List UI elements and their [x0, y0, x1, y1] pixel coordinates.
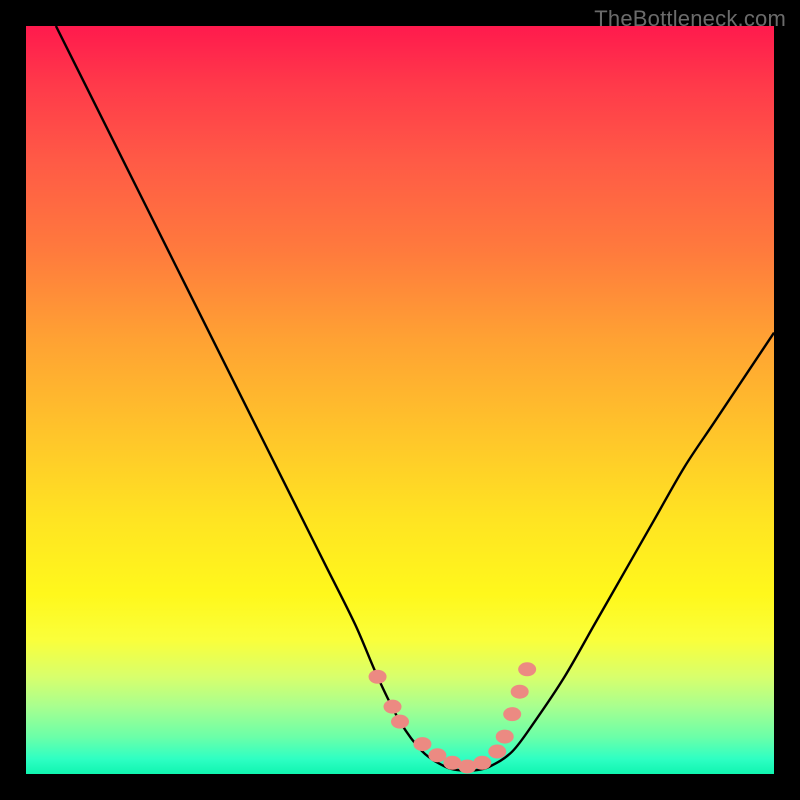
- plot-area: [26, 26, 774, 774]
- curve-marker: [496, 730, 514, 744]
- curve-marker: [488, 745, 506, 759]
- curve-marker: [391, 715, 409, 729]
- curve-marker: [518, 662, 536, 676]
- curve-marker: [503, 707, 521, 721]
- curve-path: [56, 26, 774, 771]
- watermark-text: TheBottleneck.com: [594, 6, 786, 32]
- chart-frame: TheBottleneck.com: [0, 0, 800, 800]
- curve-marker: [384, 700, 402, 714]
- curve-marker: [413, 737, 431, 751]
- curve-marker: [473, 756, 491, 770]
- curve-marker: [428, 748, 446, 762]
- bottleneck-curve: [26, 26, 774, 774]
- curve-marker: [511, 685, 529, 699]
- curve-marker: [369, 670, 387, 684]
